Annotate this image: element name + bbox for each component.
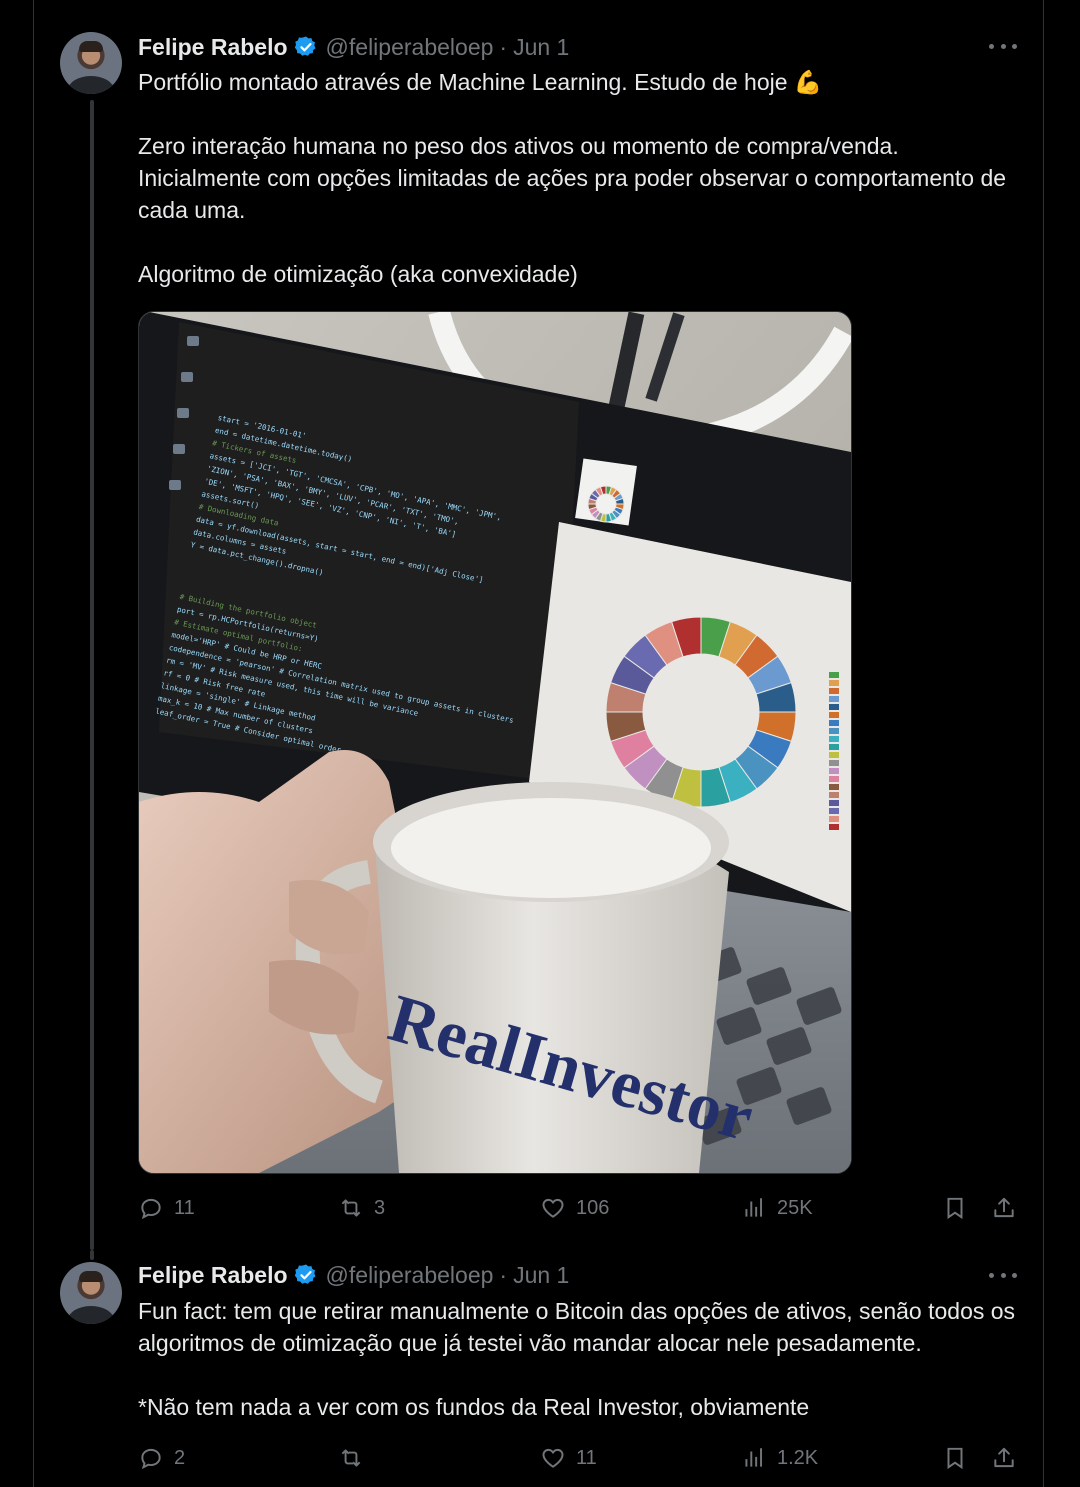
repost-icon [341,1199,361,1217]
views-icon [745,1198,763,1217]
avatar[interactable] [60,1262,122,1324]
tweet-header: Felipe Rabelo @feliperabeloep · Jun 1 [138,32,569,62]
repost-button[interactable] [338,1438,374,1478]
timeline-right-border [1043,0,1044,1487]
legend-swatch [829,760,839,766]
tweet-paragraph: *Não tem nada a ver com os fundos da Rea… [138,1394,810,1420]
views-count: 25K [777,1196,813,1219]
tweet-paragraph: Algoritmo de otimização (aka convexidade… [138,261,578,287]
views-button[interactable]: 1.2K [741,1438,818,1478]
tweet-text: Portfólio montado através de Machine Lea… [138,66,1018,290]
thread-connector [90,1250,94,1260]
tweet-actions: 2 11 1.2K [138,1438,1018,1478]
repost-count: 3 [374,1196,386,1219]
legend-swatch [829,728,839,734]
author-handle[interactable]: @feliperabeloep [326,1262,494,1289]
photo-laptop-coffee-mug: start = '2016-01-01'end = datetime.datet… [139,312,851,1173]
tweet-header: Felipe Rabelo @feliperabeloep · Jun 1 [138,1260,569,1290]
share-icon [994,1447,1014,1468]
heart-icon [542,1198,564,1218]
tweet-text: Fun fact: tem que retirar manualmente o … [138,1295,1018,1423]
share-button[interactable] [991,1188,1017,1228]
tweet-date[interactable]: Jun 1 [513,1262,569,1289]
author-handle[interactable]: @feliperabeloep [326,34,494,61]
tweet-paragraph: Zero interação humana no peso dos ativos… [138,133,1007,223]
avatar[interactable] [60,32,122,94]
legend-swatch [829,800,839,806]
like-button[interactable]: 106 [540,1188,609,1228]
legend-swatch [829,688,839,694]
bookmark-button[interactable] [942,1188,968,1228]
reply-button[interactable]: 2 [138,1438,185,1478]
reply-count: 2 [174,1446,186,1469]
legend-swatch [829,752,839,758]
legend-swatch [829,672,839,678]
thread-connector [90,100,94,1250]
legend-swatch [829,744,839,750]
legend-swatch [829,816,839,822]
legend-swatch [829,784,839,790]
tweet-actions: 11 3 106 25K [138,1188,1018,1228]
more-options-icon[interactable] [989,38,1017,54]
share-icon [994,1197,1014,1218]
views-button[interactable]: 25K [741,1188,813,1228]
bookmark-icon [947,1197,963,1220]
tweet-date[interactable]: Jun 1 [513,34,569,61]
more-options-icon[interactable] [989,1267,1017,1283]
reply-count: 11 [174,1196,195,1219]
heart-icon [542,1448,564,1468]
legend-swatch [829,704,839,710]
legend-swatch [829,792,839,798]
meta-separator: · [499,1261,508,1288]
tweet[interactable]: Felipe Rabelo @feliperabeloep · Jun 1 Fu… [33,1250,1043,1487]
bookmark-icon [947,1447,963,1470]
reply-button[interactable]: 11 [138,1188,195,1228]
share-button[interactable] [991,1438,1017,1478]
legend-swatch [829,720,839,726]
tweet[interactable]: Felipe Rabelo @feliperabeloep · Jun 1 Po… [33,0,1043,1250]
repost-button[interactable]: 3 [338,1188,385,1228]
legend-swatch [829,768,839,774]
bookmark-button[interactable] [942,1438,968,1478]
views-icon [745,1448,763,1467]
legend-swatch [829,776,839,782]
like-button[interactable]: 11 [540,1438,597,1478]
author-name[interactable]: Felipe Rabelo [138,1262,288,1289]
legend-swatch [829,824,839,830]
views-count: 1.2K [777,1446,819,1469]
tweet-paragraph: Portfólio montado através de Machine Lea… [138,69,823,95]
legend-swatch [829,712,839,718]
reply-icon [141,1448,161,1470]
repost-icon [341,1449,361,1467]
reply-icon [141,1198,161,1220]
legend-swatch [829,680,839,686]
like-count: 11 [576,1446,597,1469]
like-count: 106 [576,1196,610,1219]
tweet-paragraph: Fun fact: tem que retirar manualmente o … [138,1298,1016,1356]
legend-swatch [829,736,839,742]
verified-badge-icon [294,36,316,56]
author-name[interactable]: Felipe Rabelo [138,34,288,61]
meta-separator: · [499,33,508,60]
verified-badge-icon [294,1264,316,1284]
tweet-photo[interactable]: start = '2016-01-01' end = datetime.datet… [138,311,852,1174]
legend-swatch [829,696,839,702]
legend-swatch [829,808,839,814]
